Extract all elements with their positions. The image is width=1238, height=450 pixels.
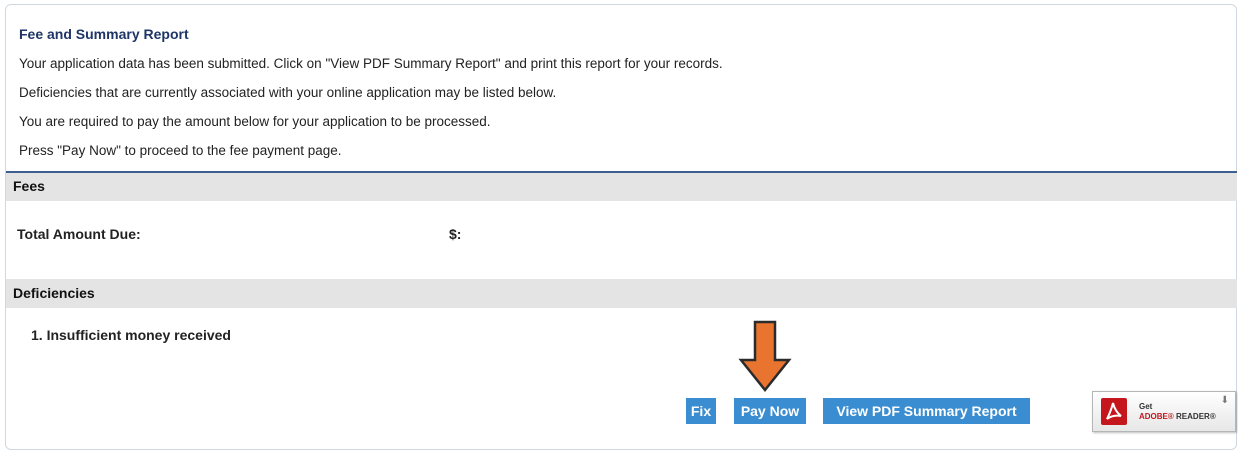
fee-summary-panel: Fee and Summary Report Your application … [5, 4, 1237, 450]
intro-line-payment: You are required to pay the amount below… [19, 114, 491, 129]
adobe-brand-text: ADOBE® [1139, 412, 1174, 421]
total-amount-label: Total Amount Due: [17, 226, 141, 242]
page-title: Fee and Summary Report [19, 26, 189, 42]
download-arrow-icon: ⬇ [1220, 395, 1229, 406]
total-amount-value: $: [449, 226, 462, 242]
fees-section-header: Fees [6, 171, 1237, 201]
adobe-product-text: READER® [1176, 412, 1216, 421]
intro-line-deficiencies: Deficiencies that are currently associat… [19, 85, 557, 100]
intro-line-submitted: Your application data has been submitted… [19, 56, 723, 71]
deficiencies-section-header: Deficiencies [6, 279, 1237, 308]
adobe-pdf-icon [1101, 398, 1127, 425]
deficiency-item: 1. Insufficient money received [31, 327, 231, 343]
get-adobe-reader-badge[interactable]: Get ADOBE® READER® ⬇ [1092, 391, 1236, 432]
adobe-get-text: Get [1139, 402, 1153, 411]
view-pdf-summary-button[interactable]: View PDF Summary Report [823, 398, 1030, 424]
intro-section: Fee and Summary Report Your application … [19, 25, 1219, 170]
pay-now-button[interactable]: Pay Now [734, 398, 806, 424]
fix-button[interactable]: Fix [686, 398, 716, 424]
adobe-reader-text: ADOBE® READER® [1139, 412, 1216, 421]
down-arrow-icon [738, 320, 792, 392]
intro-line-pay-now: Press "Pay Now" to proceed to the fee pa… [19, 143, 342, 158]
